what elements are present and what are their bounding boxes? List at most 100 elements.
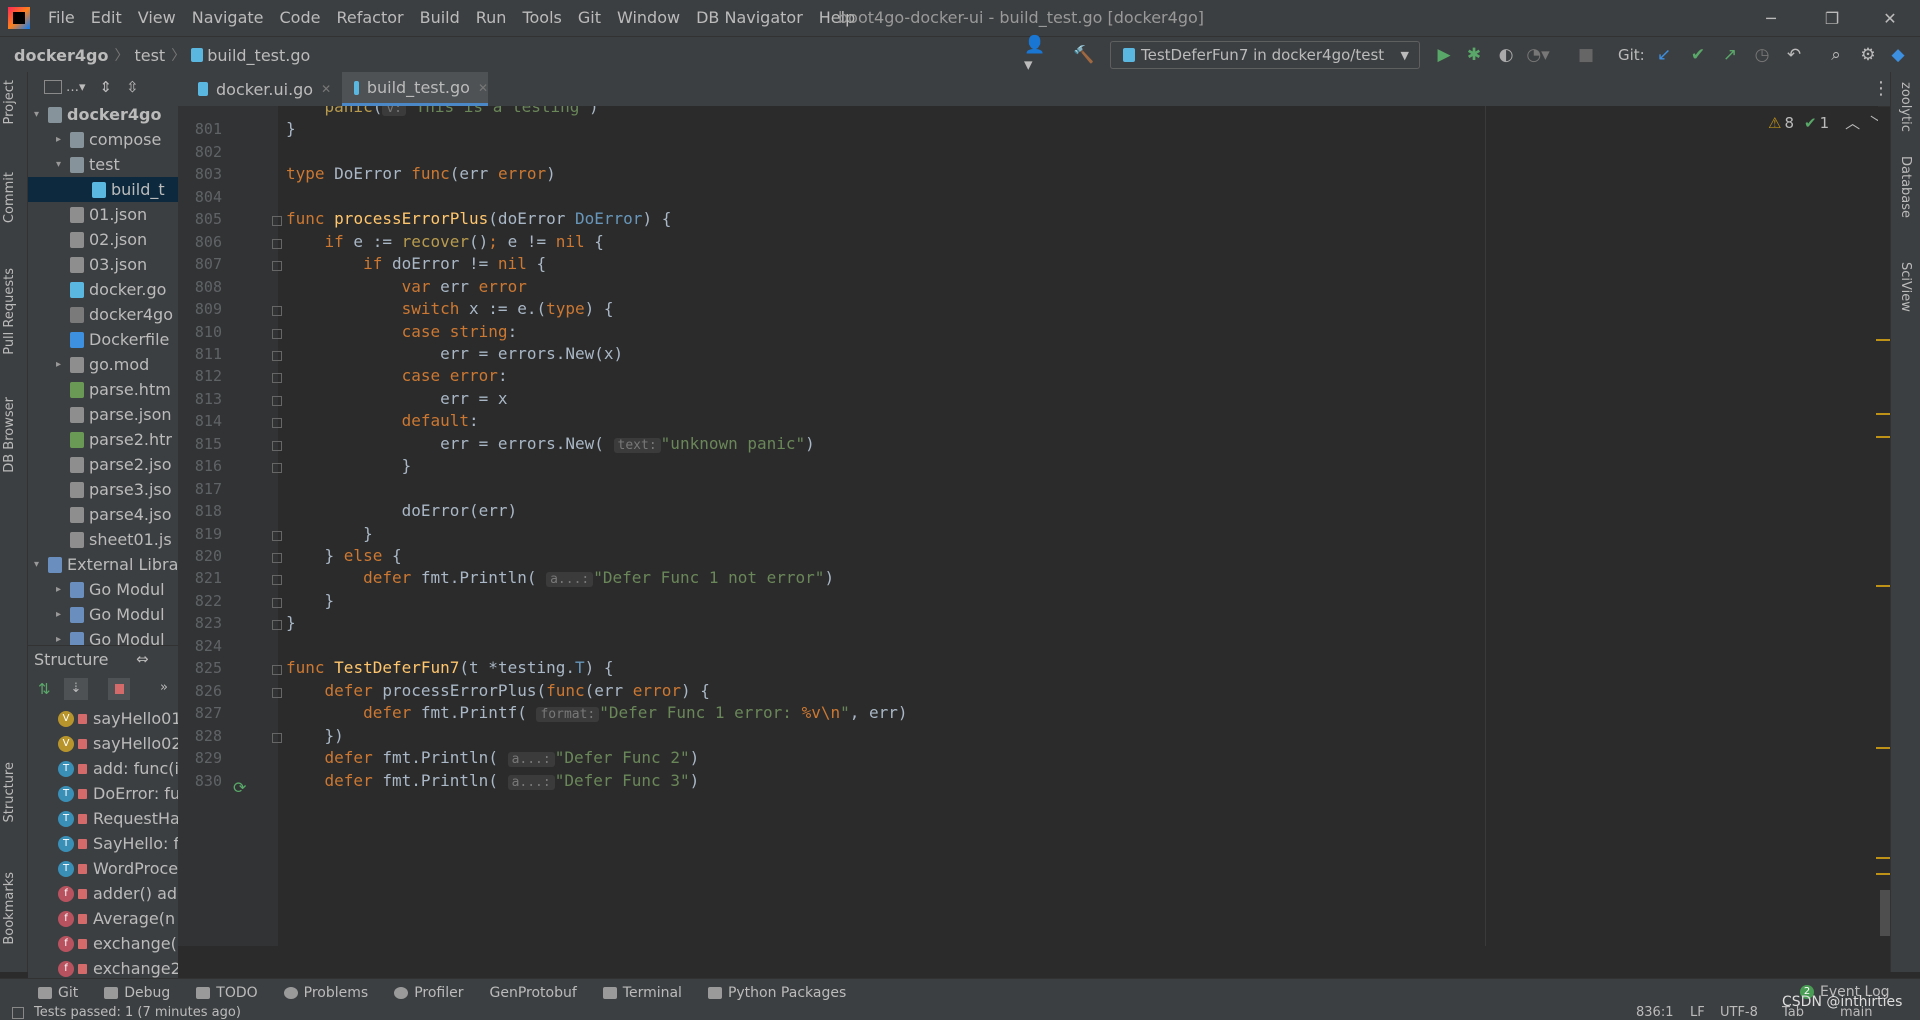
tool-tab-sciview[interactable]: SciView [1898,262,1913,312]
tree-item[interactable]: parse2.jso [56,452,172,477]
tool-tab-pull-requests[interactable]: Pull Requests [2,268,17,355]
gear-icon[interactable]: ⚙ [1856,43,1880,67]
tree-item[interactable]: ▸ Go Modul [56,627,165,647]
tab-docker-ui-go[interactable]: docker.ui.go ✕ [186,72,344,106]
tool-todo[interactable]: TODO [196,985,258,1001]
tree-item[interactable]: ▾ test [56,152,120,177]
tool-tab-commit[interactable]: Commit [2,172,17,223]
structure-options-icon[interactable]: ⇔ [136,650,149,668]
tool-debug[interactable]: Debug [104,985,170,1001]
code-line[interactable]: } [286,612,296,634]
fold-marker-icon[interactable] [272,328,282,339]
app-logo-icon[interactable] [8,7,30,29]
fold-marker-icon[interactable] [272,665,282,676]
menu-build[interactable]: Build [412,0,468,36]
user-icon[interactable]: 👤▾ [1024,35,1048,75]
inspection-widget[interactable]: ⚠ 8 ✔ 1 ︿ ﹀ [1768,112,1878,133]
tool-git[interactable]: Git [38,985,78,1001]
tool-tab-bookmarks[interactable]: Bookmarks [2,872,17,945]
history-icon[interactable]: ◷ [1750,43,1774,67]
code-line[interactable]: defer fmt.Println( a...: "Defer Func 3") [286,770,699,794]
structure-item[interactable]: f adder() ad [58,881,177,906]
fold-marker-icon[interactable] [272,216,282,227]
menu-window[interactable]: Window [609,0,688,36]
run-configuration-select[interactable]: TestDeferFun7 in docker4go/test ▼ [1110,41,1420,69]
menu-refactor[interactable]: Refactor [328,0,411,36]
code-line[interactable]: } [286,118,296,140]
tree-item[interactable]: sheet01.js [56,527,172,552]
tree-item[interactable]: ▾ External Libra [34,552,178,577]
run-test-gutter-icon[interactable]: ⟳ [233,778,246,797]
code-line[interactable]: defer fmt.Println( a...: "Defer Func 2") [286,747,699,771]
tool-tab-structure[interactable]: Structure [2,762,17,822]
code-line[interactable]: doError(err) [286,500,518,522]
fold-marker-icon[interactable] [272,732,282,743]
expand-arrow-icon[interactable]: ▾ [34,102,48,127]
fold-marker-icon[interactable] [272,350,282,361]
code-line[interactable]: case error: [286,365,508,387]
close-tab-icon[interactable]: ✕ [478,81,488,95]
expand-arrow-icon[interactable]: ▾ [56,152,70,177]
tool-tab-db-browser[interactable]: DB Browser [2,397,17,473]
tree-item[interactable]: docker.go [56,277,166,302]
search-icon[interactable]: ⌕ [1824,43,1848,67]
expand-arrow-icon[interactable]: ▸ [56,127,70,152]
structure-item[interactable]: VsayHello01 [58,706,178,731]
previous-highlight-icon[interactable]: ︿ [1845,112,1860,133]
caret-position[interactable]: 836:1 [1636,1005,1673,1020]
expand-arrow-icon[interactable]: ▸ [56,602,70,627]
code-line[interactable]: type DoError func(err error) [286,163,556,185]
project-view-dropdown-icon[interactable]: …▾ [66,80,86,95]
tree-item[interactable]: ▸ Go Modul [56,577,165,602]
collapse-all-icon[interactable]: ⇳ [126,78,139,96]
structure-item[interactable]: VsayHello02 [58,731,178,756]
stop-icon[interactable]: ■ [1574,43,1598,67]
tree-item[interactable]: ▸ Go Modul [56,602,165,627]
expand-arrow-icon[interactable]: ▸ [56,352,70,377]
menu-git[interactable]: Git [570,0,609,36]
tree-item[interactable]: parse3.jso [56,477,172,502]
structure-item[interactable]: T RequestHa [58,806,178,831]
code-line[interactable]: default: [286,410,479,432]
code-line[interactable]: if doError != nil { [286,253,546,275]
tree-item[interactable]: ▾ docker4go [34,102,161,127]
line-separator[interactable]: LF [1690,1005,1705,1020]
menu-tools[interactable]: Tools [514,0,569,36]
tree-item[interactable]: Dockerfile [56,327,169,352]
minimize-icon[interactable]: ─ [1747,0,1795,36]
tree-item[interactable]: 03.json [56,252,147,277]
code-line[interactable]: err = errors.New(x) [286,343,623,365]
tool-problems[interactable]: Problems [283,985,368,1001]
code-line[interactable]: defer fmt.Println( a...: "Defer Func 1 no… [286,567,834,591]
fold-marker-icon[interactable] [272,553,282,563]
next-highlight-icon[interactable]: ﹀ [1870,112,1878,133]
code-line[interactable]: } [286,590,335,612]
menu-code[interactable]: Code [272,0,329,36]
fold-marker-icon[interactable] [272,418,282,429]
tree-item[interactable]: parse2.htr [56,427,172,452]
menu-file[interactable]: File [40,0,83,36]
restore-icon[interactable]: ❐ [1808,0,1856,36]
status-message[interactable]: Tests passed: 1 (7 minutes ago) [34,1005,241,1020]
fold-marker-icon[interactable] [272,395,282,406]
structure-item[interactable]: f Average(n [58,906,175,931]
code-line[interactable]: } [286,523,373,545]
run-icon[interactable]: ▶ [1432,43,1456,67]
rollback-icon[interactable]: ↶ [1782,43,1806,67]
code-line[interactable]: switch x := e.(type) { [286,298,614,320]
tree-item[interactable]: build_t [28,177,178,202]
breadcrumb-project[interactable]: docker4go [14,46,108,65]
fold-marker-icon[interactable] [272,620,282,631]
menu-db-navigator[interactable]: DB Navigator [688,0,811,36]
fold-marker-icon[interactable] [272,238,282,249]
tool-profiler[interactable]: Profiler [394,985,463,1001]
tool-terminal[interactable]: Terminal [602,985,682,1001]
structure-item[interactable]: T SayHello: f [58,831,178,856]
tool-tab-database[interactable]: Database [1898,156,1913,218]
structure-item[interactable]: f exchange( [58,931,177,956]
tree-item[interactable]: 02.json [56,227,147,252]
debug-icon[interactable]: ✱ [1462,43,1486,67]
close-icon[interactable]: ✕ [1866,0,1914,36]
tab-menu-icon[interactable]: ⋮ [1872,78,1890,99]
fold-marker-icon[interactable] [272,261,282,272]
